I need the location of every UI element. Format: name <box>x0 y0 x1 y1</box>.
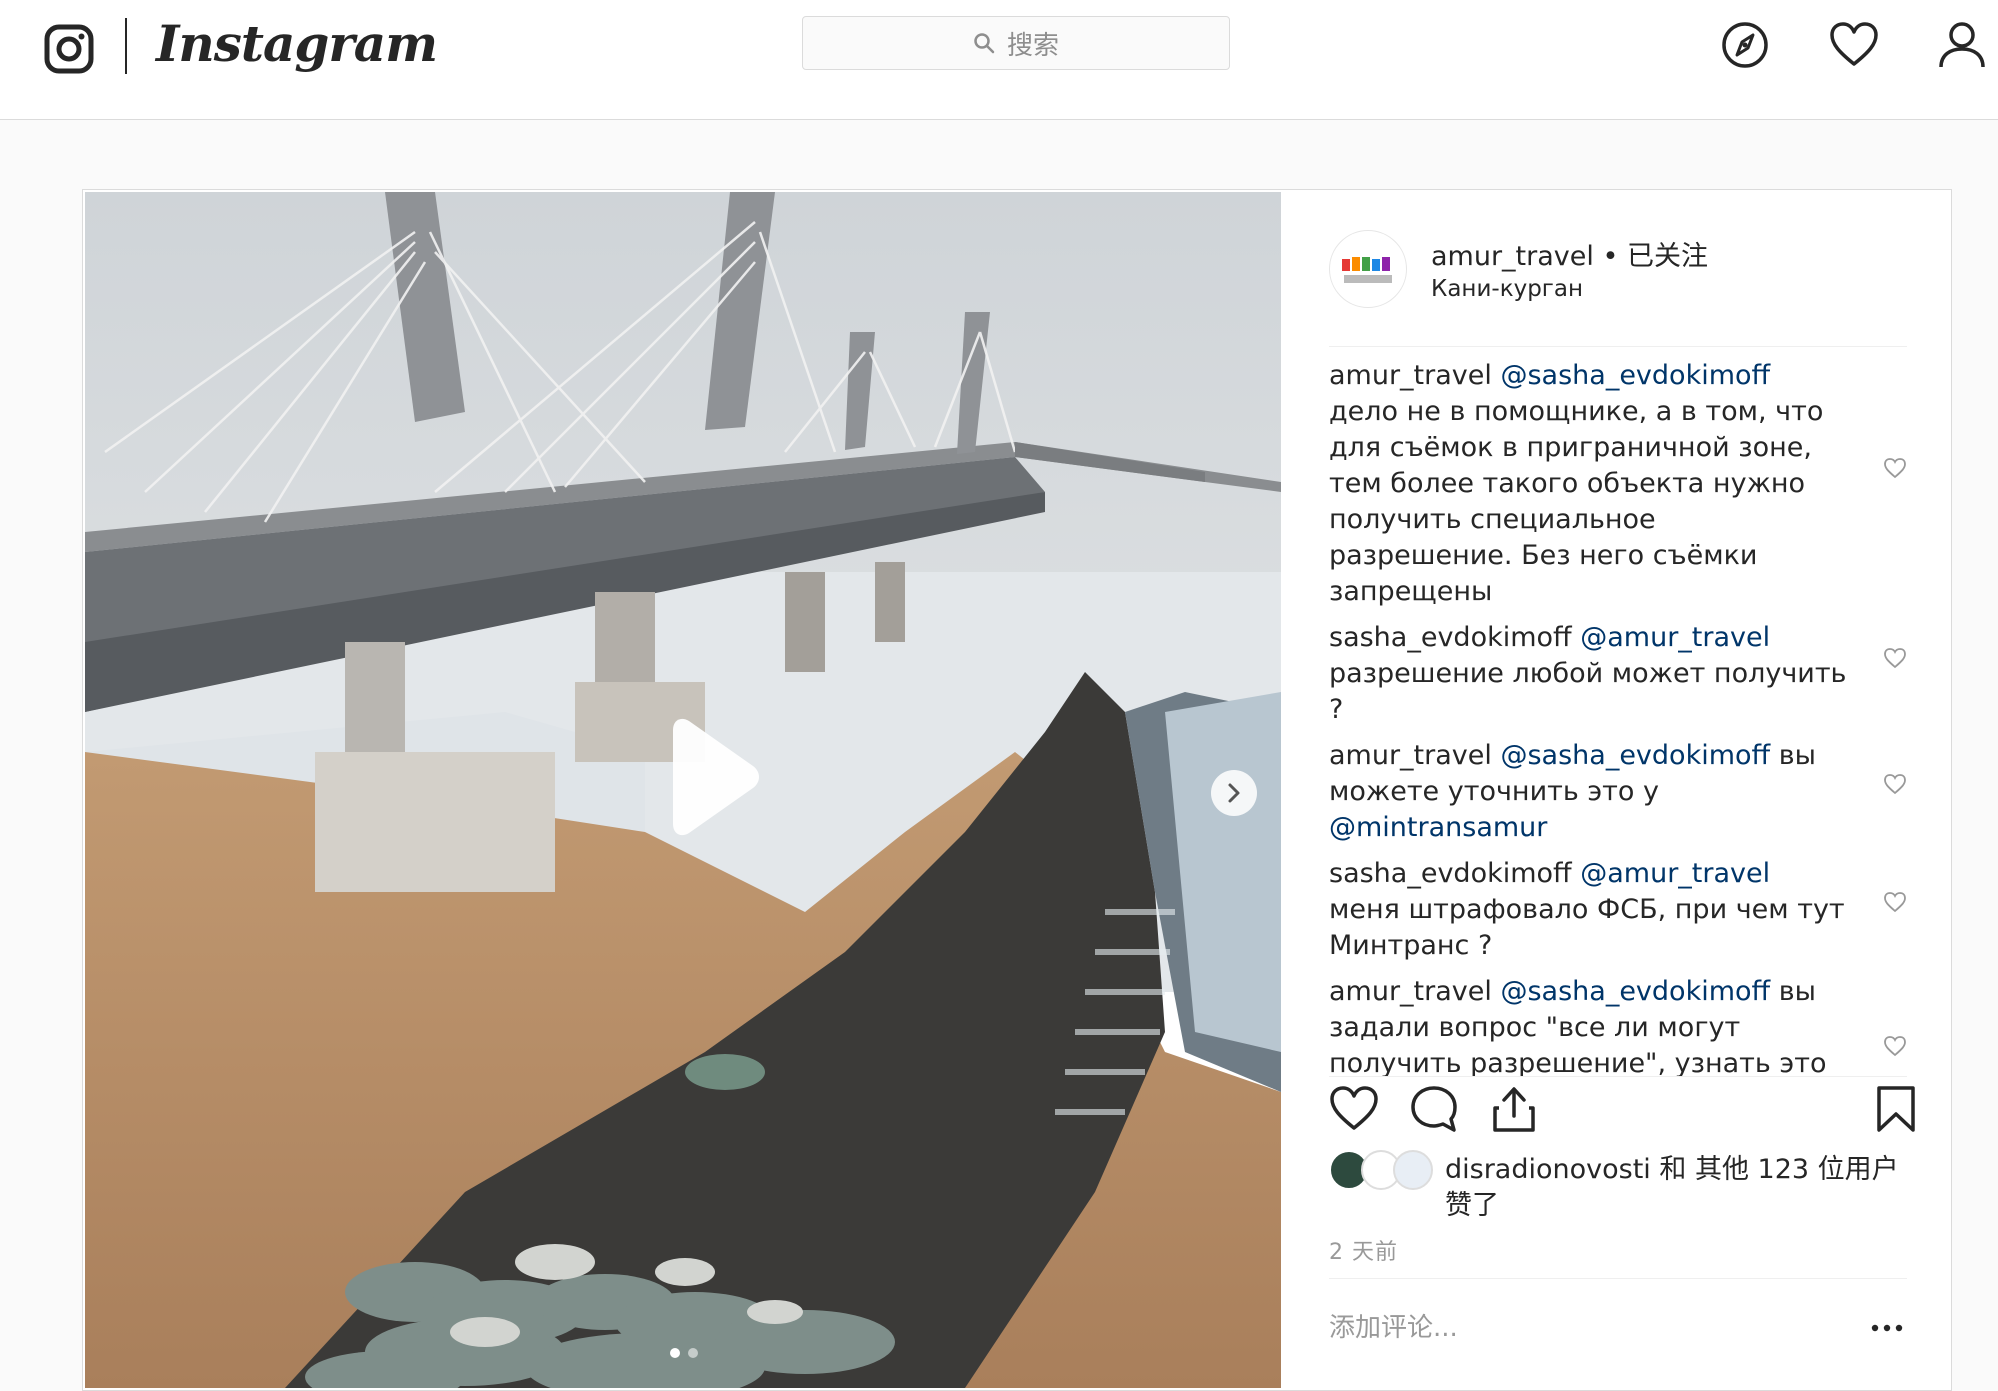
carousel-dot <box>688 1348 698 1358</box>
comment-mention[interactable]: @mintransamur <box>1329 812 1547 843</box>
post-location[interactable]: Кани-курган <box>1431 276 1583 302</box>
comment-username[interactable]: amur_travel <box>1329 360 1492 391</box>
post-author[interactable]: amur_travel • 已关注 <box>1431 234 1708 273</box>
share-icon[interactable] <box>1489 1084 1539 1134</box>
comment-username[interactable]: sasha_evdokimoff <box>1329 858 1572 889</box>
comment-item: amur_travel @sasha_evdokimoff дело не в … <box>1329 358 1907 610</box>
carousel-next-button[interactable] <box>1211 770 1257 816</box>
comment-box-divider <box>1329 1278 1907 1279</box>
heart-icon[interactable] <box>1829 20 1879 70</box>
post-timestamp[interactable]: 2 天前 <box>1329 1234 1398 1266</box>
comment-like-icon[interactable] <box>1883 1034 1907 1058</box>
comment-item: sasha_evdokimoff @amur_travel меня штраф… <box>1329 856 1907 964</box>
comment-like-icon[interactable] <box>1883 646 1907 670</box>
comment-username[interactable]: amur_travel <box>1329 740 1492 771</box>
comment-text: меня штрафовало ФСБ, при чем тут Минтран… <box>1329 894 1845 961</box>
comment-item: amur_travel @sasha_evdokimoff вы можете … <box>1329 738 1907 846</box>
carousel-dot-active <box>670 1348 680 1358</box>
post-video[interactable] <box>85 192 1281 1388</box>
post-author-username[interactable]: amur_travel <box>1431 241 1594 272</box>
comment-like-icon[interactable] <box>1883 890 1907 914</box>
post-header: amur_travel • 已关注 Кани-курган <box>1329 230 1909 330</box>
post-card: amur_travel • 已关注 Кани-курган amur_trave… <box>82 189 1952 1391</box>
add-comment-input[interactable] <box>1329 1306 1829 1350</box>
comment-mention[interactable]: @sasha_evdokimoff <box>1500 740 1770 771</box>
search-input[interactable]: 搜索 <box>802 16 1230 70</box>
instagram-wordmark[interactable]: Instagram <box>156 14 438 73</box>
comments-list: amur_travel @sasha_evdokimoff дело не в … <box>1329 358 1907 1076</box>
comment-text: разрешение любой может получить ? <box>1329 658 1847 725</box>
follow-separator: • <box>1602 241 1619 272</box>
comment-text: дело не в помощнике, а в том, что для съ… <box>1329 396 1824 607</box>
instagram-logo-icon[interactable] <box>44 24 94 74</box>
comment-icon[interactable] <box>1409 1084 1459 1134</box>
more-options-icon[interactable] <box>1869 1318 1905 1338</box>
comment-username[interactable]: amur_travel <box>1329 976 1492 1007</box>
likes-text: disradionovosti 和 其他 123 位用户赞了 <box>1445 1152 1915 1224</box>
like-icon[interactable] <box>1329 1084 1379 1134</box>
comment-mention[interactable]: @sasha_evdokimoff <box>1500 976 1770 1007</box>
post-side-panel: amur_travel • 已关注 Кани-курган amur_trave… <box>1283 190 1951 1390</box>
search-icon <box>974 33 995 54</box>
likes-summary: disradionovosti 和 其他 123 位用户赞了 <box>1329 1150 1919 1240</box>
profile-icon[interactable] <box>1937 20 1987 70</box>
comment-item: amur_travel @sasha_evdokimoff вы задали … <box>1329 974 1907 1076</box>
comment-mention[interactable]: @sasha_evdokimoff <box>1500 360 1770 391</box>
comment-like-icon[interactable] <box>1883 456 1907 480</box>
actions-divider <box>1329 1076 1907 1077</box>
play-icon[interactable] <box>625 702 775 852</box>
comment-mention[interactable]: @amur_travel <box>1580 858 1770 889</box>
comment-like-icon[interactable] <box>1883 772 1907 796</box>
amur-logo-icon <box>1342 257 1392 283</box>
comment-username[interactable]: sasha_evdokimoff <box>1329 622 1572 653</box>
brand-divider <box>125 18 127 74</box>
comment-mention[interactable]: @amur_travel <box>1580 622 1770 653</box>
liker-username[interactable]: disradionovosti <box>1445 1154 1651 1185</box>
search-placeholder: 搜索 <box>1006 30 1059 61</box>
chevron-right-icon <box>1228 783 1240 803</box>
header-divider <box>1329 346 1907 347</box>
bookmark-icon[interactable] <box>1871 1084 1921 1134</box>
following-status-button[interactable]: 已关注 <box>1627 241 1708 272</box>
avatar[interactable] <box>1329 230 1407 308</box>
liker-avatar[interactable] <box>1393 1150 1433 1190</box>
comment-item: sasha_evdokimoff @amur_travel разрешение… <box>1329 620 1907 728</box>
top-navigation-bar: Instagram 搜索 <box>0 0 1998 120</box>
carousel-indicator <box>670 1348 698 1358</box>
explore-icon[interactable] <box>1720 20 1770 70</box>
